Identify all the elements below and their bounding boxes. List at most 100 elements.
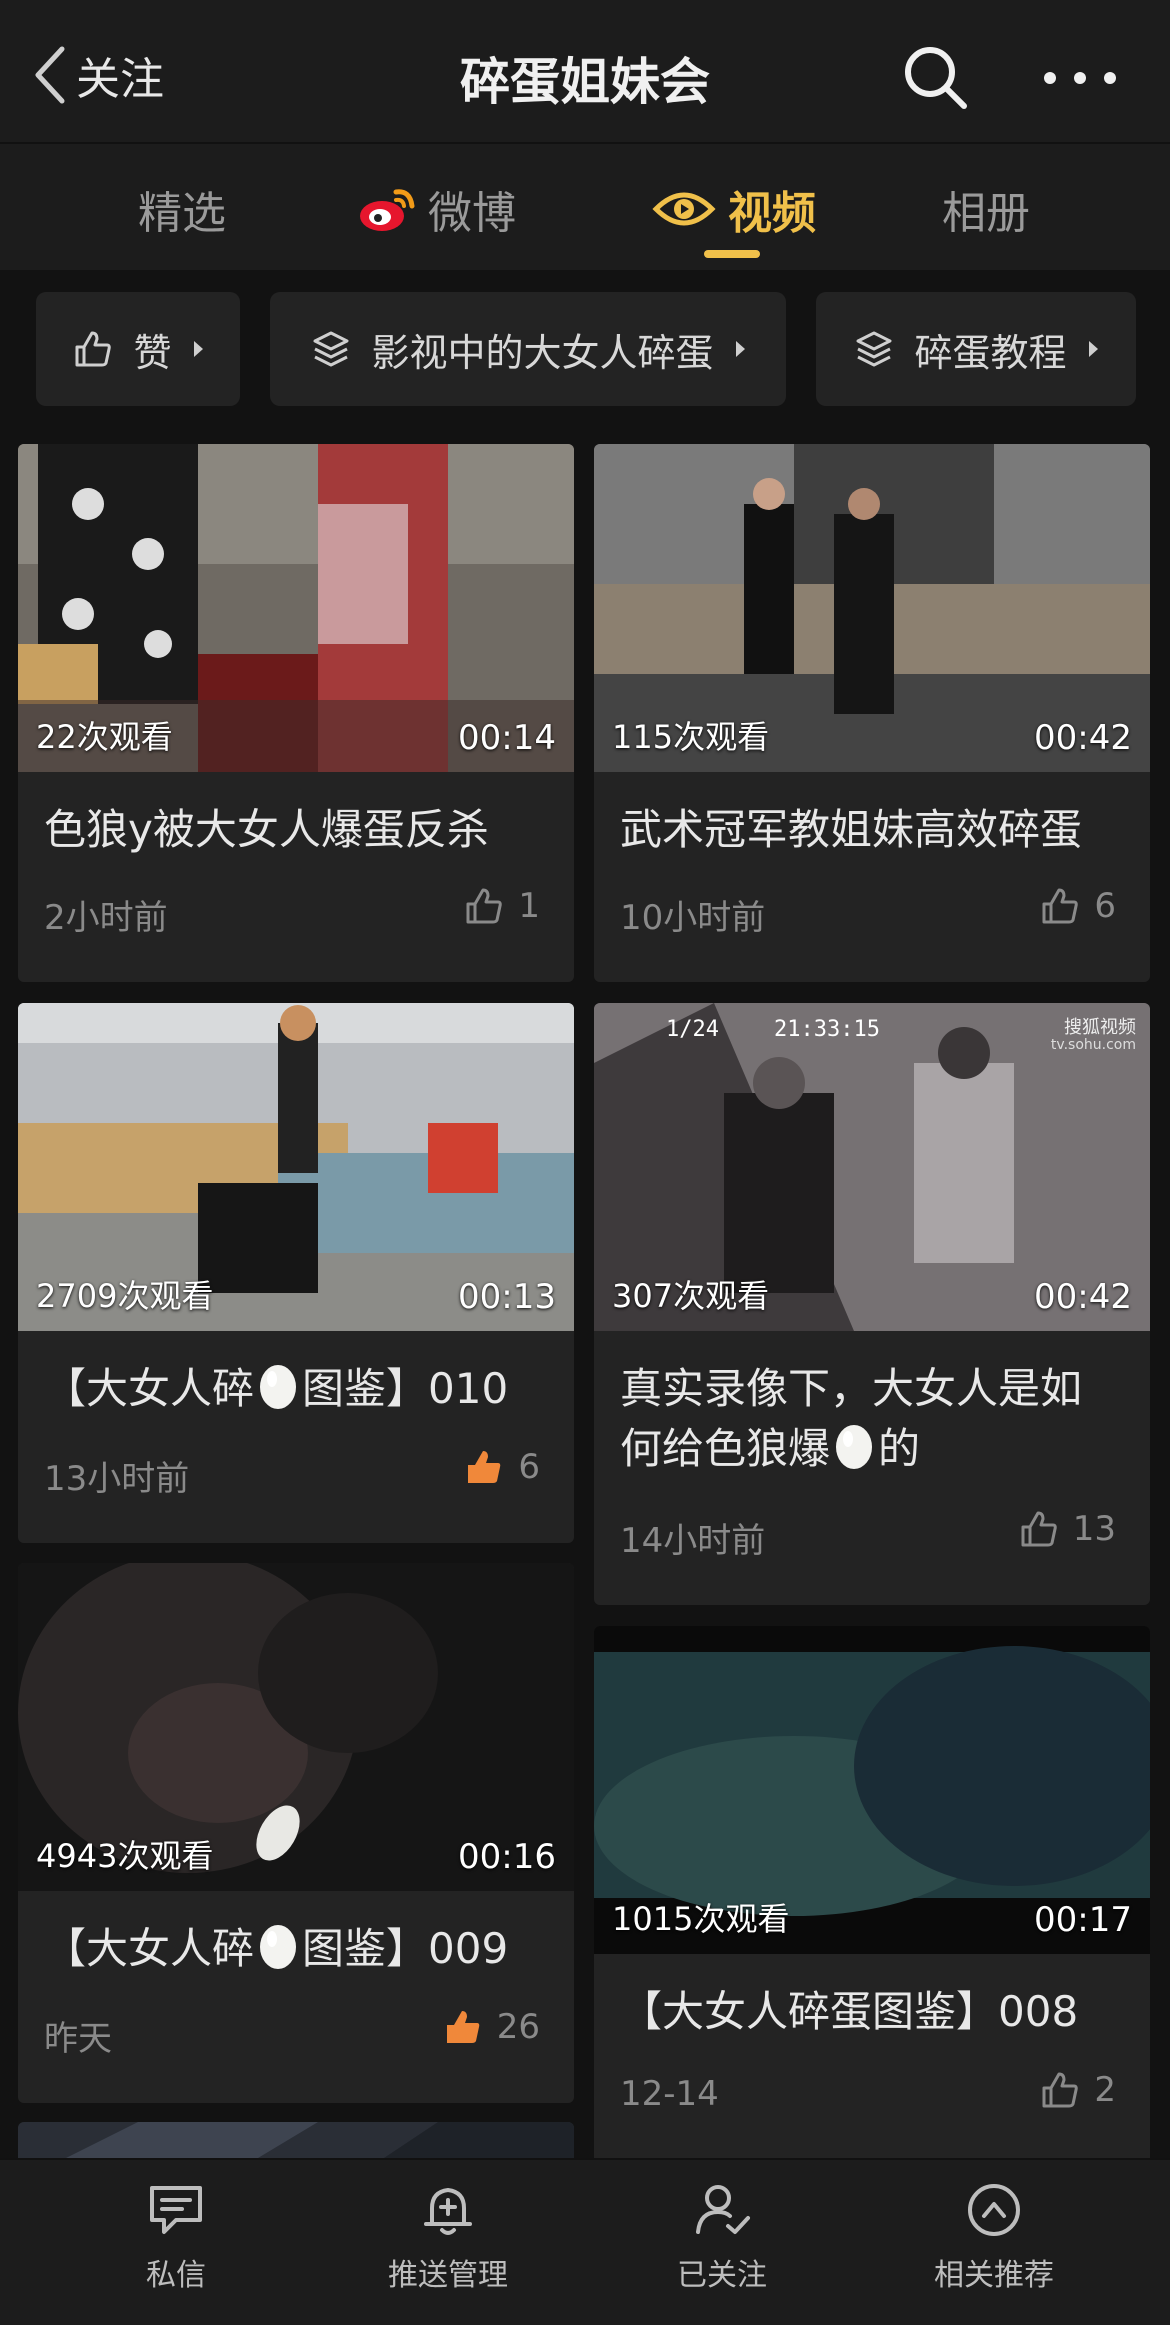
video-duration: 00:13 — [458, 1277, 556, 1317]
like-count: 2 — [1094, 2070, 1116, 2110]
thumb-up-icon — [75, 331, 112, 367]
search-icon — [905, 47, 967, 109]
tab-weibo[interactable]: 微博 — [358, 174, 516, 244]
video-duration: 00:16 — [458, 1837, 556, 1877]
video-card[interactable]: 1/24 21:33:15 搜狐视频 tv.sohu.com 307次观看 00… — [594, 1003, 1150, 1605]
layers-icon — [313, 331, 349, 367]
video-title: 【大女人碎 图鉴】009 — [44, 1919, 554, 1979]
caret-right-icon — [735, 341, 745, 357]
like-button[interactable]: 1 — [464, 886, 540, 926]
video-title-line: 何给色狼爆的 — [620, 1419, 1130, 1479]
push-settings-button[interactable]: 推送管理 — [328, 2182, 568, 2294]
thumb-up-icon — [1021, 1511, 1057, 1547]
active-tab-indicator — [704, 250, 760, 258]
like-count: 13 — [1072, 1509, 1116, 1549]
video-title: 【大女人碎 图鉴】010 — [44, 1359, 554, 1419]
like-count: 26 — [496, 2007, 540, 2047]
video-title-part: 图鉴】009 — [302, 1924, 509, 1973]
post-time: 2小时前 — [44, 898, 168, 938]
tab-label: 相册 — [942, 188, 1030, 239]
like-button[interactable]: 2 — [1040, 2070, 1116, 2110]
view-count: 115次观看 — [612, 718, 770, 756]
video-card[interactable]: 2709次观看 00:13 【大女人碎 图鉴】010 13小时前 6 — [18, 1003, 574, 1543]
video-eye-icon — [652, 192, 716, 226]
header-bar: 关注 碎蛋姐妹会 — [0, 0, 1170, 144]
video-title: 【大女人碎蛋图鉴】008 — [620, 1987, 1079, 2036]
video-card[interactable]: 22次观看 00:14 色狼y被大女人爆蛋反杀 2小时前 1 — [18, 444, 574, 982]
like-button[interactable]: 6 — [464, 1447, 540, 1487]
view-count: 1015次观看 — [612, 1900, 790, 1938]
more-button[interactable] — [1040, 50, 1120, 106]
thumb-up-icon — [1042, 2072, 1079, 2108]
filter-chip-movie-clips[interactable]: 影视中的大女人碎蛋 — [270, 292, 786, 406]
tab-video[interactable]: 视频 — [652, 174, 816, 244]
egg-icon — [260, 1365, 297, 1409]
like-button[interactable]: 6 — [1040, 886, 1116, 926]
video-card[interactable]: 115次观看 00:42 武术冠军教姐妹高效碎蛋 10小时前 6 — [594, 444, 1150, 982]
following-button[interactable]: 已关注 — [602, 2182, 842, 2294]
egg-icon — [260, 1925, 297, 1969]
post-time: 10小时前 — [620, 898, 766, 938]
like-button[interactable]: 26 — [443, 2007, 540, 2047]
video-thumbnail[interactable]: 1/24 21:33:15 搜狐视频 tv.sohu.com 307次观看 00… — [594, 1003, 1150, 1331]
thumb-up-liked-icon — [468, 1451, 501, 1483]
tab-label: 微博 — [428, 188, 516, 239]
view-count: 22次观看 — [36, 718, 173, 756]
video-title-part: 【大女人碎 — [44, 1364, 255, 1413]
video-title-line: 真实录像下，大女人是如 — [620, 1364, 1083, 1413]
video-thumbnail[interactable]: 1015次观看 00:17 — [594, 1626, 1150, 1954]
video-duration: 00:42 — [1034, 718, 1132, 758]
post-time: 14小时前 — [620, 1521, 766, 1561]
user-check-icon — [696, 2185, 750, 2234]
messages-button[interactable]: 私信 — [56, 2182, 296, 2294]
filter-chip-tutorial[interactable]: 碎蛋教程 — [816, 292, 1136, 406]
caret-right-icon — [193, 341, 203, 357]
video-duration: 00:42 — [1034, 1277, 1132, 1317]
chevron-left-icon — [35, 46, 65, 104]
thumb-up-icon — [466, 888, 503, 924]
like-button[interactable]: 13 — [1019, 1509, 1116, 1549]
bottom-toolbar: 私信 推送管理 已关注 相关推荐 — [0, 2158, 1170, 2325]
filter-chip-likes[interactable]: 赞 — [36, 292, 240, 406]
cctv-clock: 21:33:15 — [774, 1017, 880, 1042]
post-time: 13小时前 — [44, 1459, 190, 1499]
tab-album[interactable]: 相册 — [942, 174, 1030, 244]
bottom-label: 私信 — [146, 2258, 206, 2293]
back-button[interactable]: 关注 — [30, 40, 164, 110]
search-button[interactable] — [900, 42, 972, 114]
tab-bar: 精选 微博 视频 相册 — [0, 144, 1170, 270]
chevron-up-circle-icon — [968, 2184, 1020, 2236]
like-count: 1 — [518, 886, 540, 926]
video-duration: 00:17 — [1034, 1900, 1132, 1940]
post-time: 昨天 — [44, 2019, 112, 2059]
video-thumbnail[interactable]: 4943次观看 00:16 — [18, 1563, 574, 1891]
tab-label: 精选 — [138, 188, 226, 239]
video-card[interactable]: 1015次观看 00:17 【大女人碎蛋图鉴】008 12-14 2 — [594, 1626, 1150, 2166]
view-count: 4943次观看 — [36, 1837, 214, 1875]
page-title: 碎蛋姐妹会 — [460, 53, 710, 111]
video-card[interactable]: 4943次观看 00:16 【大女人碎 图鉴】009 昨天 26 — [18, 1563, 574, 2103]
related-recommendations-button[interactable]: 相关推荐 — [874, 2182, 1114, 2294]
video-title: 武术冠军教姐妹高效碎蛋 — [620, 805, 1083, 854]
source-url: tv.sohu.com — [1050, 1037, 1136, 1053]
video-thumbnail[interactable]: 22次观看 00:14 — [18, 444, 574, 772]
bell-plus-icon — [424, 2188, 472, 2235]
filter-chip-label: 影视中的大女人碎蛋 — [371, 330, 714, 375]
source-watermark: 搜狐视频 — [1064, 1017, 1136, 1038]
like-count: 6 — [1094, 886, 1116, 926]
cctv-date: 1/24 — [666, 1017, 719, 1042]
video-thumbnail[interactable]: 2709次观看 00:13 — [18, 1003, 574, 1331]
video-thumbnail[interactable]: 115次观看 00:42 — [594, 444, 1150, 772]
video-title-part: 的 — [878, 1424, 921, 1473]
weibo-icon — [360, 189, 415, 231]
view-count: 2709次观看 — [36, 1277, 214, 1315]
post-time: 12-14 — [620, 2074, 719, 2114]
layers-icon — [856, 331, 892, 367]
more-icon — [1044, 72, 1116, 84]
bottom-label: 相关推荐 — [934, 2258, 1054, 2293]
video-title: 真实录像下，大女人是如 何给色狼爆的 — [620, 1359, 1130, 1479]
filter-chip-label: 赞 — [133, 330, 172, 375]
tab-featured[interactable]: 精选 — [138, 174, 226, 244]
video-title-part: 【大女人碎 — [44, 1924, 255, 1973]
caret-right-icon — [1088, 341, 1098, 357]
